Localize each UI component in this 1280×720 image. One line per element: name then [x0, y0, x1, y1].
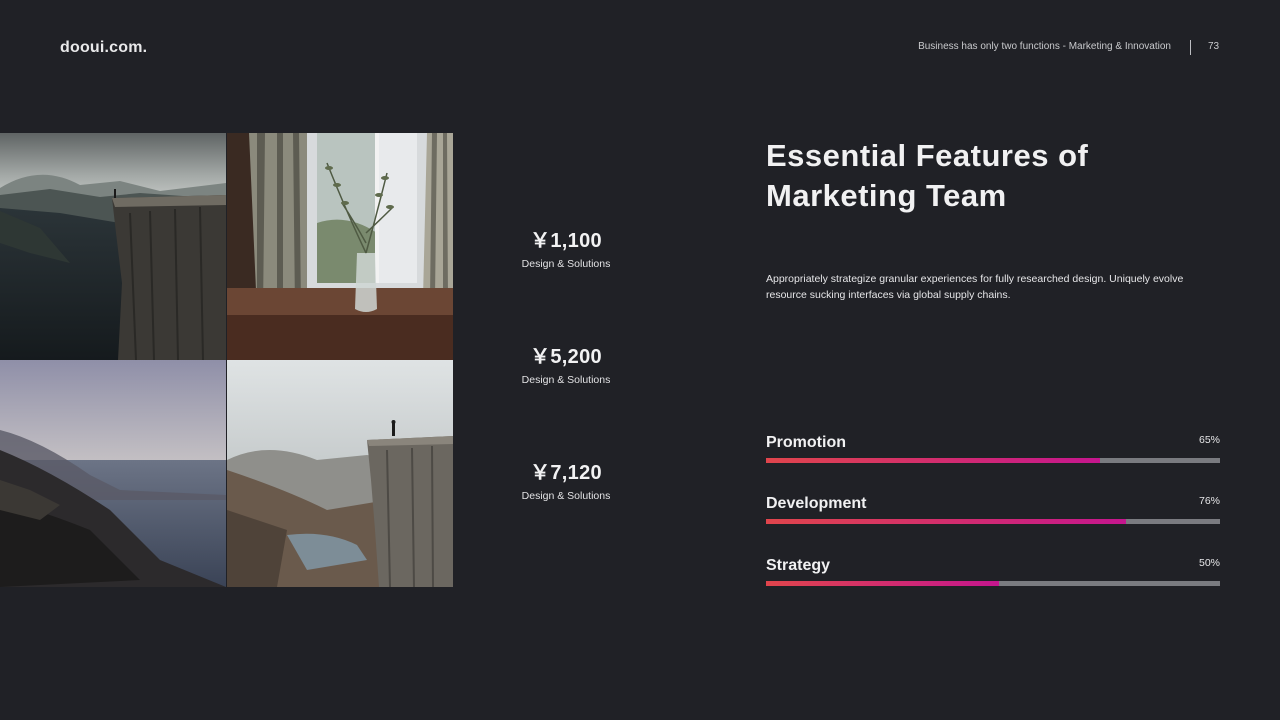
header-tagline: Business has only two functions - Market…	[918, 41, 1171, 52]
progress-row-strategy: Strategy 50%	[766, 557, 1220, 597]
page-number: 73	[1208, 41, 1220, 52]
progress-track	[766, 519, 1220, 524]
cliff-valley-photo	[227, 360, 453, 587]
cliff-lake-photo	[0, 133, 226, 360]
price-block: ￥7,120 Design & Solutions	[500, 456, 632, 502]
price-amount: ￥1,100	[530, 230, 602, 252]
price-block: ￥5,200 Design & Solutions	[500, 340, 632, 386]
progress-label: Promotion	[766, 434, 846, 451]
progress-track	[766, 458, 1220, 463]
slide-title: Essential Features of Marketing Team	[766, 136, 1166, 216]
window-vase-photo	[227, 133, 453, 360]
price-caption: Design & Solutions	[521, 490, 611, 502]
slide-title-line1: Essential Features of	[766, 138, 1089, 173]
progress-fill	[766, 458, 1100, 463]
header-divider	[1190, 40, 1191, 55]
progress-label: Development	[766, 495, 867, 512]
price-amount: ￥7,120	[530, 462, 602, 484]
logo: dooui.com.	[60, 39, 148, 56]
price-caption: Design & Solutions	[521, 374, 611, 386]
progress-row-development: Development 76%	[766, 495, 1220, 535]
slide-description: Appropriately strategize granular experi…	[766, 273, 1184, 301]
progress-label: Strategy	[766, 557, 831, 574]
progress-percent: 50%	[1198, 557, 1220, 569]
price-amount: ￥5,200	[530, 346, 602, 368]
progress-track	[766, 581, 1220, 586]
progress-percent: 76%	[1198, 495, 1220, 507]
slide: dooui.com. Business has only two functio…	[0, 0, 1280, 720]
progress-fill	[766, 519, 1127, 524]
price-caption: Design & Solutions	[521, 258, 611, 270]
slide-title-line2: Marketing Team	[766, 178, 1007, 213]
coast-mountains-photo	[0, 360, 226, 587]
price-block: ￥1,100 Design & Solutions	[500, 224, 632, 270]
progress-fill	[766, 581, 999, 586]
progress-row-promotion: Promotion 65%	[766, 434, 1220, 474]
progress-percent: 65%	[1198, 434, 1220, 446]
